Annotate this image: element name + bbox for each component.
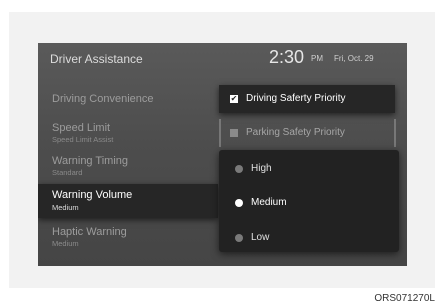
radio-label: High bbox=[251, 163, 272, 174]
radio-on-icon bbox=[235, 199, 243, 207]
menu-item-label: Haptic Warning bbox=[52, 226, 127, 238]
clock-ampm: PM bbox=[311, 54, 323, 63]
volume-popup: High Medium Low bbox=[219, 150, 399, 252]
menu-item-label: Warning Timing bbox=[52, 155, 129, 167]
menu-item-label: Driving Convenience bbox=[52, 93, 154, 105]
radio-off-icon bbox=[235, 165, 243, 173]
menu-item-driving-convenience[interactable]: Driving Convenience bbox=[52, 93, 154, 105]
radio-label: Medium bbox=[251, 197, 287, 208]
menu-item-value: Medium bbox=[52, 203, 79, 212]
menu-item-speed-limit[interactable]: Speed Limit Speed Limit Assist bbox=[52, 122, 113, 144]
option-label: Driving Saferty Priority bbox=[246, 93, 346, 104]
option-label: Parking Safety Priority bbox=[246, 127, 345, 138]
checkbox-checked-icon[interactable]: ✔ bbox=[230, 95, 238, 103]
page-title: Driver Assistance bbox=[50, 52, 143, 66]
clock-time: 2:30 bbox=[269, 47, 305, 67]
menu-item-value: Standard bbox=[52, 168, 83, 177]
menu-item-value: Speed Limit Assist bbox=[52, 135, 114, 144]
checkbox-unchecked-icon[interactable]: ✔ bbox=[230, 129, 238, 137]
radio-off-icon bbox=[235, 234, 243, 242]
option-driving-safety-priority[interactable]: ✔ Driving Saferty Priority bbox=[219, 85, 395, 113]
menu-item-label: Speed Limit bbox=[52, 122, 111, 134]
menu-item-haptic-warning[interactable]: Haptic Warning Medium bbox=[52, 226, 127, 248]
figure-code: ORS071270L bbox=[374, 293, 435, 304]
menu-item-warning-volume[interactable]: Warning Volume Medium bbox=[38, 184, 218, 218]
menu-item-value: Medium bbox=[52, 239, 79, 248]
menu-item-label: Warning Volume bbox=[52, 189, 133, 201]
clock-date: Fri, Oct. 29 bbox=[334, 54, 374, 63]
radio-label: Low bbox=[251, 232, 270, 243]
infotainment-screen: Driver Assistance 2:30 PM Fri, Oct. 29 D… bbox=[38, 43, 407, 266]
menu-item-warning-timing[interactable]: Warning Timing Standard bbox=[52, 155, 128, 177]
option-parking-safety-priority[interactable]: ✔ Parking Safety Priority bbox=[219, 119, 395, 147]
